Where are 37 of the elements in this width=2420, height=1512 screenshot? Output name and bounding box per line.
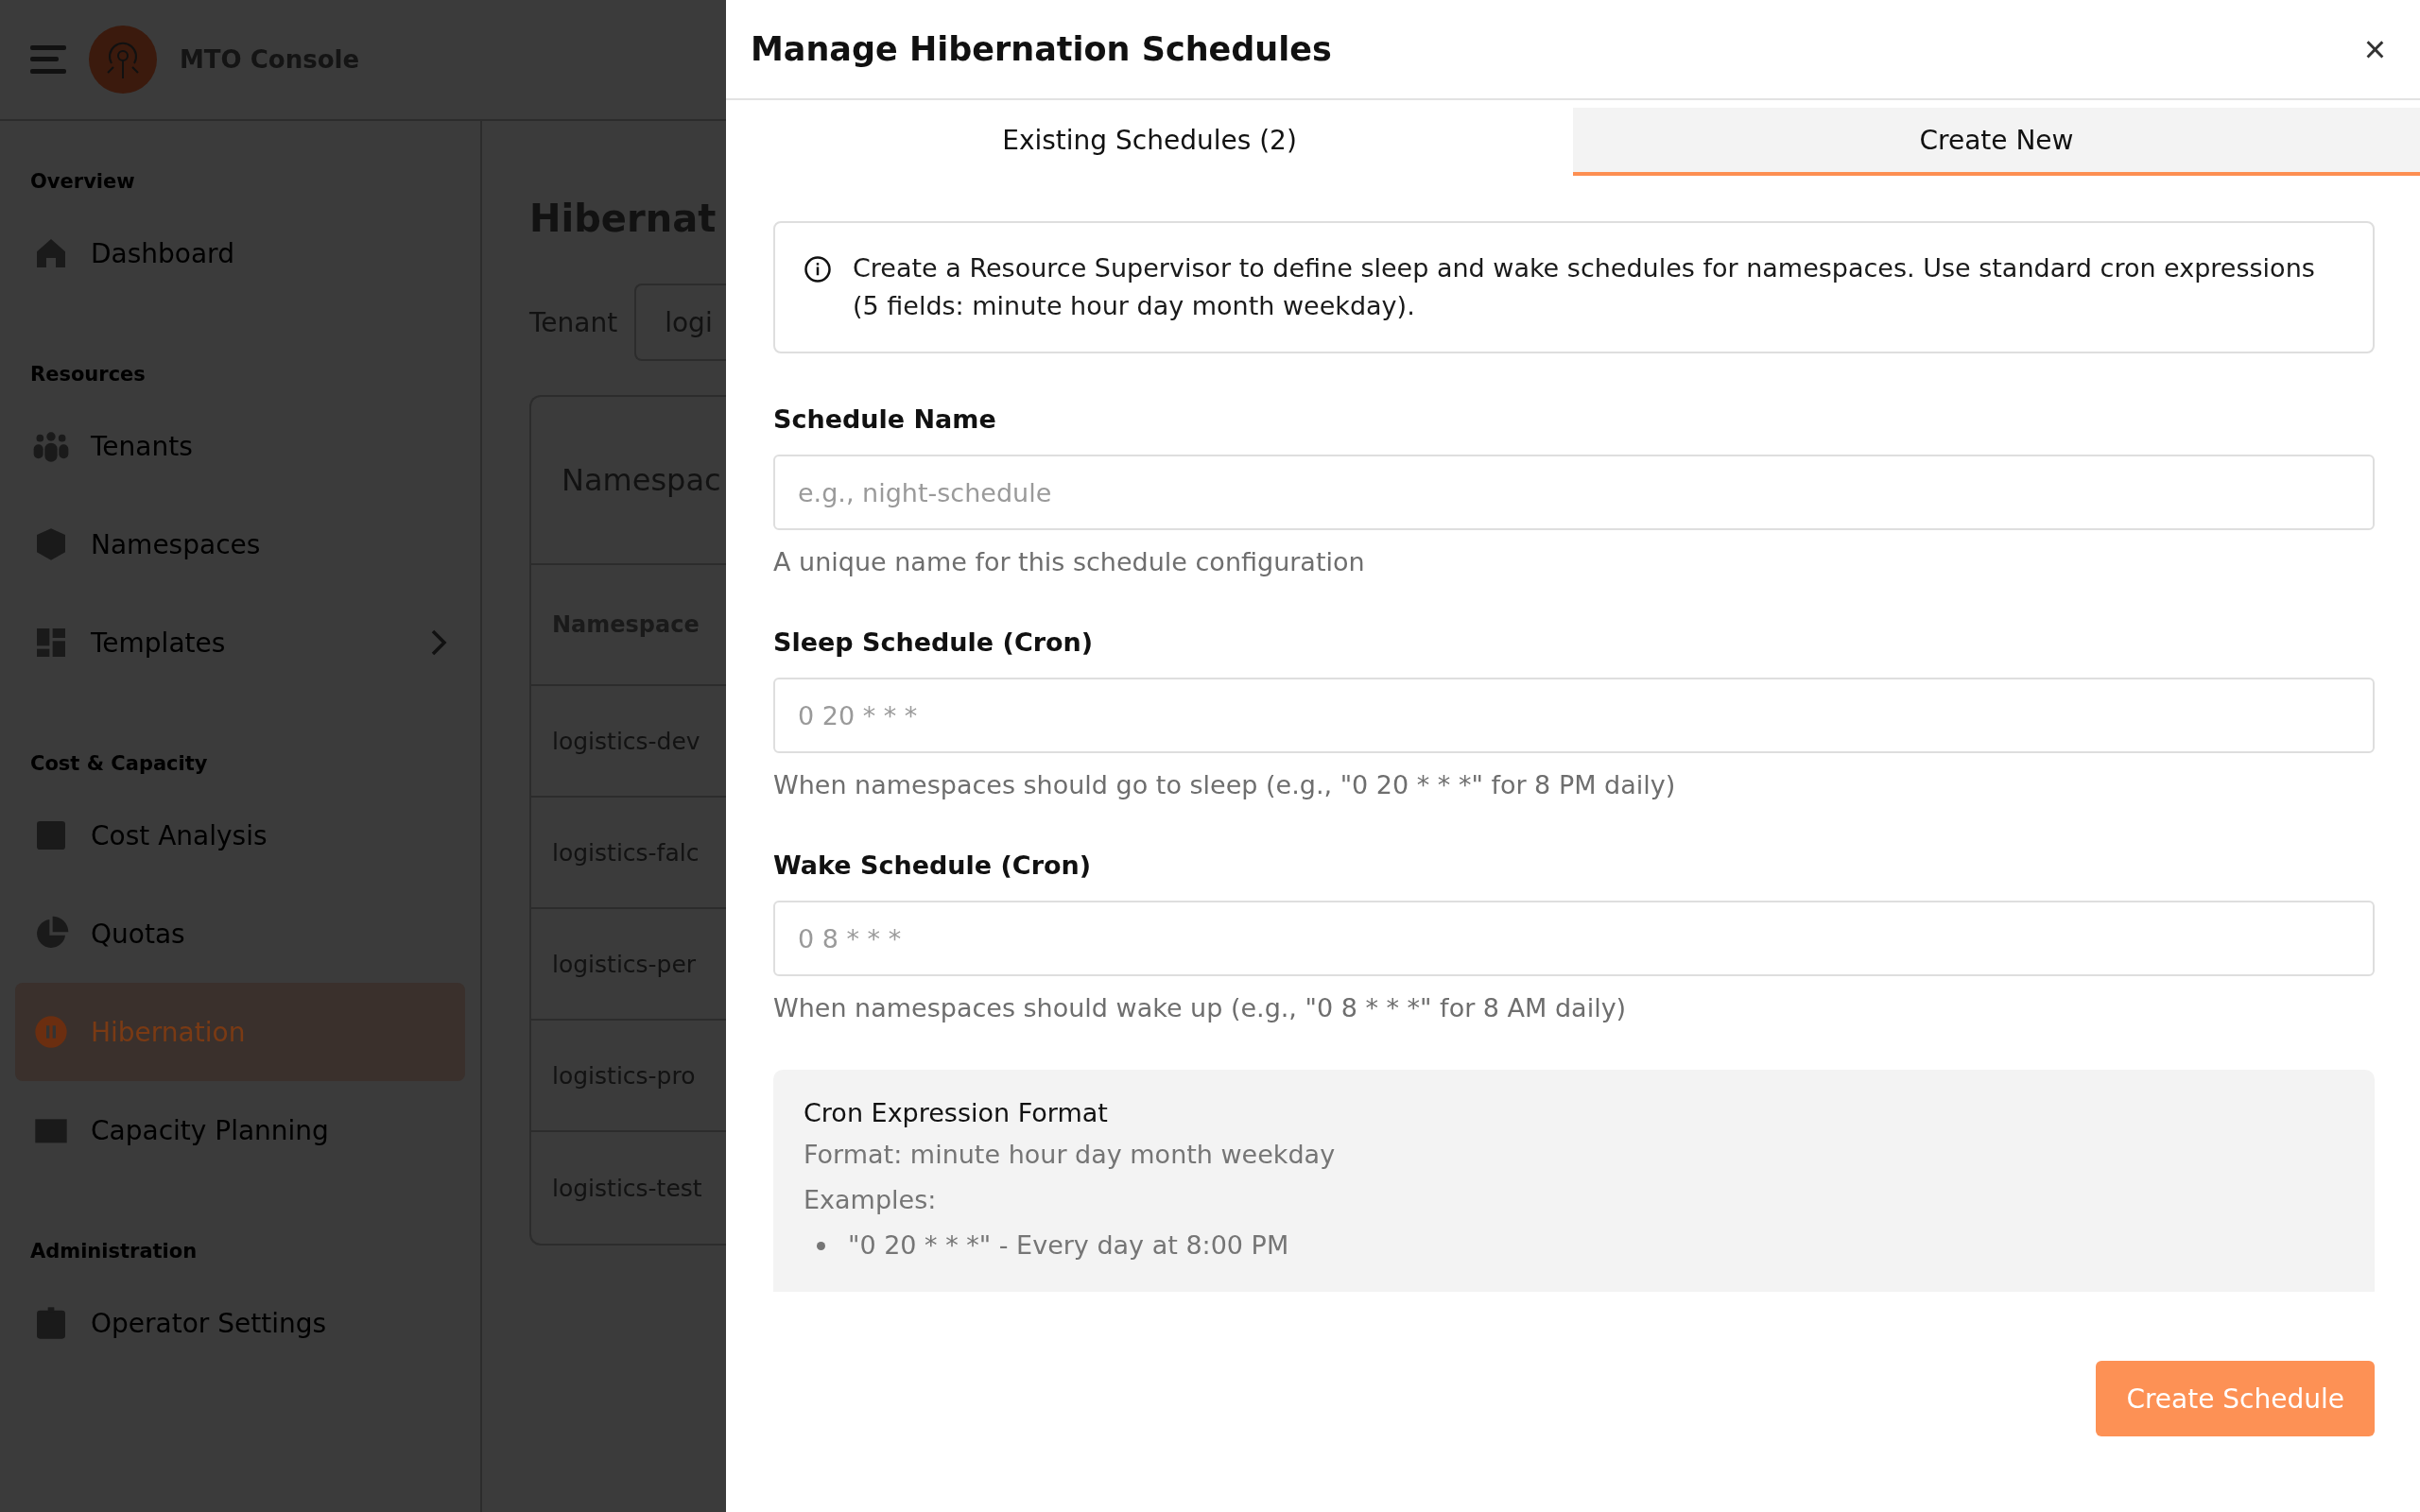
close-button[interactable]: ×: [2356, 27, 2394, 71]
sidebar-item[interactable]: Operator Settings: [15, 1274, 465, 1372]
sidebar-item[interactable]: Cost Analysis: [15, 786, 465, 885]
field-label: Sleep Schedule (Cron): [773, 627, 1095, 657]
field-label: Wake Schedule (Cron): [773, 850, 1093, 880]
modal-title: Manage Hibernation Schedules: [751, 30, 1332, 68]
info-icon: [804, 255, 832, 284]
section-heading: Overview: [29, 169, 136, 195]
section-heading: Resources: [29, 362, 147, 387]
sidebar-item[interactable]: Quotas: [15, 885, 465, 983]
sidebar-item[interactable]: Tenants: [15, 397, 465, 495]
field-label: Schedule Name: [773, 404, 997, 434]
sidebar-item[interactable]: Dashboard: [15, 204, 465, 302]
help-text: When namespaces should wake up (e.g., "0 8 * * *" for 8 AM daily): [773, 993, 1628, 1022]
section-heading: Administration: [29, 1239, 199, 1264]
tab[interactable]: Create New: [1573, 108, 2420, 176]
info-text: Create a Resource Supervisor to define sleep and wake schedules for namespaces. Use standard cron expressions (5 fields: minute hour day month weekday).: [853, 252, 2316, 322]
sidebar-item[interactable]: Hibernation: [15, 983, 465, 1081]
examples-label: Examples:: [804, 1184, 938, 1216]
format-text: Format: minute hour day month weekday: [804, 1139, 1337, 1171]
input-field[interactable]: 0 20 * * *: [773, 678, 2375, 753]
panel-title: Cron Expression Format: [804, 1098, 1109, 1127]
pause-icon: [32, 1013, 70, 1051]
logo-icon: [89, 26, 157, 94]
menu-icon[interactable]: [30, 45, 66, 74]
example-item: "0 20 * * *" - Every day at 8:00 PM: [848, 1229, 1289, 1262]
chevron-right-icon: [429, 628, 448, 657]
section-heading: Cost & Capacity: [29, 751, 209, 777]
sidebar-item[interactable]: Templates: [15, 593, 465, 692]
input-field[interactable]: e.g., night-schedule: [773, 455, 2375, 530]
sidebar-item[interactable]: Capacity Planning: [15, 1081, 465, 1179]
bullet-icon: [817, 1241, 825, 1250]
help-text: A unique name for this schedule configuration: [773, 547, 1366, 576]
help-text: When namespaces should go to sleep (e.g., "0 20 * * *" for 8 PM daily): [773, 770, 1677, 799]
sidebar-item[interactable]: Namespaces: [15, 495, 465, 593]
create-schedule-button[interactable]: Create Schedule: [2096, 1361, 2375, 1436]
input-field[interactable]: 0 8 * * *: [773, 901, 2375, 976]
